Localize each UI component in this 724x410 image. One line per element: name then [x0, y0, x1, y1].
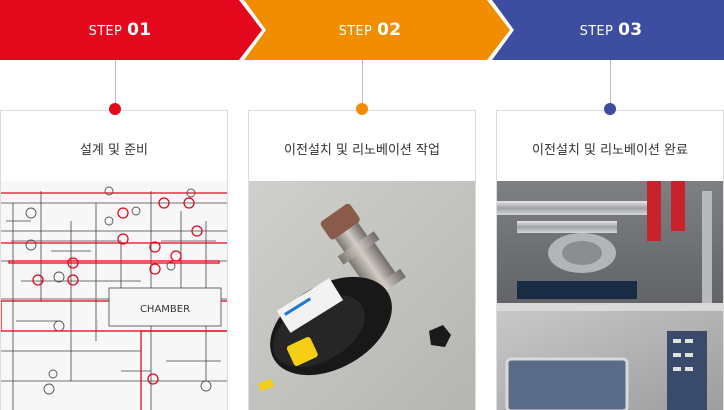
pid-diagram-image: CHAMBER ·····	[1, 181, 227, 410]
chamber-label: CHAMBER	[140, 304, 190, 315]
step-02-prefix: STEP	[338, 24, 373, 39]
step-01-card: 설계 및 준비 CHAMBER ·····	[0, 110, 228, 410]
step-progress-bar: STEP 01 STEP 02 STEP 03	[0, 0, 724, 60]
step-01-label: STEP 01	[0, 0, 240, 60]
valve-photo-image	[249, 181, 475, 410]
step-03-dot	[604, 103, 616, 115]
step-03-number: 03	[618, 20, 643, 40]
step-02-card: 이전설치 및 리노베이션 작업	[248, 110, 476, 410]
step-01-connector	[115, 60, 116, 108]
step-01-title: 설계 및 준비	[79, 143, 149, 158]
step-02-title: 이전설치 및 리노베이션 작업	[284, 143, 440, 158]
step-02-connector	[362, 60, 363, 108]
step-03-title: 이전설치 및 리노베이션 완료	[532, 143, 688, 158]
step-01-prefix: STEP	[88, 24, 123, 39]
step-01-number: 01	[127, 20, 152, 40]
step-03-card: 이전설치 및 리노베이션 완료	[496, 110, 724, 410]
step-01-dot	[109, 103, 121, 115]
step-03-label: STEP 03	[498, 0, 724, 60]
installed-equipment-image	[497, 181, 723, 410]
step-03-connector	[610, 60, 611, 108]
step-02-label: STEP 02	[250, 0, 490, 60]
step-03-prefix: STEP	[579, 24, 614, 39]
step-02-dot	[356, 103, 368, 115]
svg-text:·····: ·····	[95, 319, 100, 331]
step-02-number: 02	[377, 20, 402, 40]
